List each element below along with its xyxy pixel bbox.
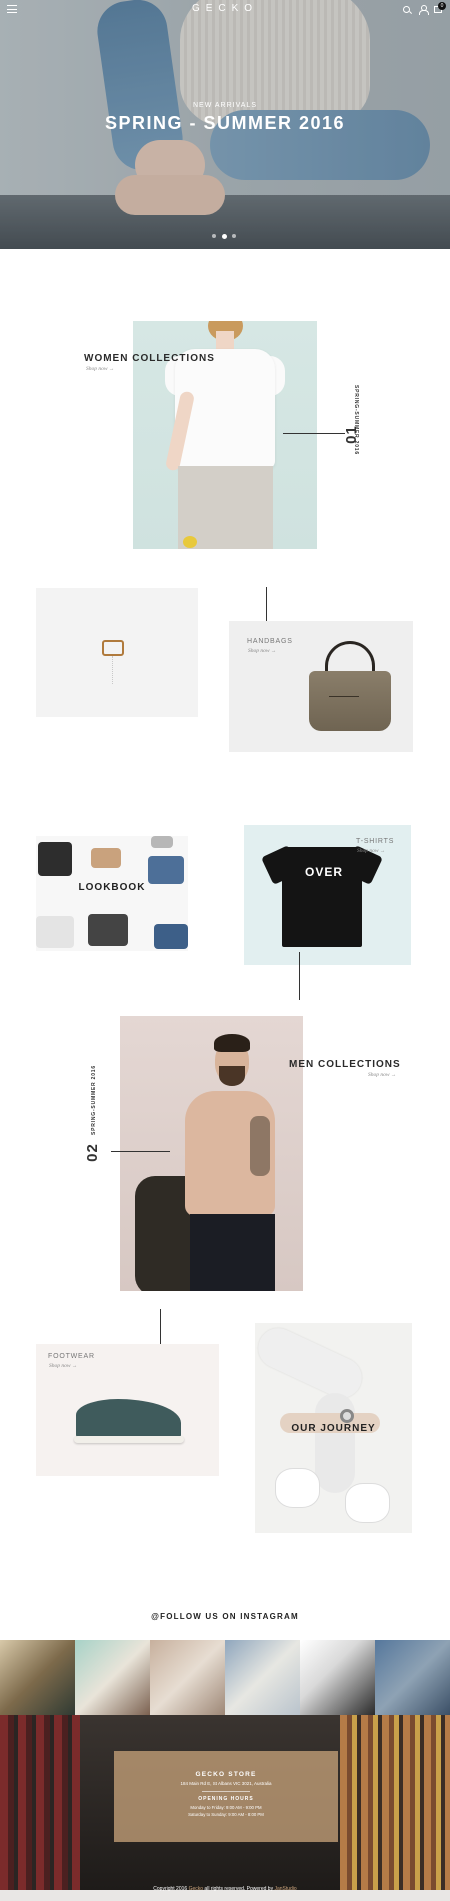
men-pants: [190, 1214, 275, 1291]
store-name: GECKO STORE: [195, 1771, 257, 1778]
journey-sneaker-right: [345, 1483, 390, 1523]
journey-title[interactable]: OUR JOURNEY: [255, 1423, 412, 1434]
women-neck: [216, 331, 234, 351]
top-bar: GECKO 0: [0, 0, 450, 20]
women-flower: [183, 536, 197, 548]
instagram-photo-4[interactable]: [225, 1640, 300, 1715]
lookbook-item-shorts: [154, 924, 188, 949]
tshirt-print: OVER: [304, 865, 343, 879]
women-shop-link[interactable]: Shop now →: [86, 366, 114, 372]
instagram-photo-1[interactable]: [0, 1640, 75, 1715]
men-divider-line: [111, 1151, 170, 1152]
lookbook-item-sneaker: [36, 916, 74, 948]
journey-leg: [255, 1323, 369, 1405]
jewelry-piece: [102, 640, 124, 656]
footwear-sole: [74, 1436, 184, 1443]
men-tattoo: [250, 1116, 270, 1176]
slider-dot-3[interactable]: [232, 234, 236, 238]
copyright-prefix: Copyright 2016: [153, 1886, 188, 1892]
jewelry-tile[interactable]: [36, 588, 198, 717]
opening-hours-weekend: Saturday to Sunday: 9:00 AM - 8:00 PM: [188, 1812, 264, 1817]
lookbook-item-shoes: [91, 848, 121, 868]
slider-dot-1[interactable]: [212, 234, 216, 238]
journey-watch: [340, 1409, 354, 1423]
site-logo[interactable]: GECKO: [0, 3, 450, 14]
handbag-body: [309, 671, 391, 731]
men-collection-title[interactable]: MEN COLLECTIONS: [289, 1059, 401, 1070]
lookbook-item-scarf: [88, 914, 128, 946]
journey-leg-lower: [315, 1393, 355, 1493]
tshirt-body: [282, 847, 362, 947]
women-divider-line: [283, 433, 345, 434]
men-collection-number: 02: [83, 1143, 101, 1162]
footer-clothes-rack-left: [0, 1715, 80, 1890]
footwear-shoe: [76, 1399, 181, 1439]
handbag-zip: [329, 696, 359, 697]
user-icon[interactable]: [419, 5, 429, 15]
lookbook-item-jacket: [38, 842, 72, 876]
lookbook-title[interactable]: LOOKBOOK: [36, 882, 188, 893]
men-shop-link[interactable]: Shop now →: [368, 1072, 396, 1078]
jewelry-chain: [112, 656, 116, 684]
store-separator: [202, 1791, 250, 1792]
footwear-shop-link[interactable]: Shop now →: [49, 1363, 77, 1369]
tshirts-connector-line: [299, 952, 300, 1000]
copyright-powered-link[interactable]: JanStudio: [274, 1886, 296, 1892]
cart-count-badge: 0: [438, 2, 446, 10]
tshirts-title[interactable]: T-SHIRTS: [356, 838, 394, 845]
hero-subtitle: NEW ARRIVALS: [193, 102, 257, 109]
women-season-label: SPRING-SUMMER 2016: [353, 385, 359, 455]
handbags-title[interactable]: HANDBAGS: [247, 638, 293, 645]
store-address: 184 Main Rd E, St Albans VIC 3021, Austr…: [180, 1781, 272, 1786]
lookbook-item-sunglasses: [151, 836, 173, 848]
instagram-photo-5[interactable]: [300, 1640, 375, 1715]
footer: GECKO STORE 184 Main Rd E, St Albans VIC…: [0, 1715, 450, 1901]
copyright-text: Copyright 2016 Gecko all rights reserved…: [0, 1886, 450, 1892]
men-season-label: SPRING-SUMMER 2016: [91, 1065, 97, 1135]
slider-dot-2[interactable]: [221, 233, 227, 239]
instagram-title[interactable]: @FOLLOW US ON INSTAGRAM: [0, 1612, 450, 1621]
instagram-photo-3[interactable]: [150, 1640, 225, 1715]
footer-clothes-rack-right: [340, 1715, 450, 1890]
search-icon[interactable]: [403, 6, 410, 13]
men-beard: [219, 1066, 245, 1086]
men-collection-image[interactable]: [120, 1016, 303, 1291]
instagram-photo-6[interactable]: [375, 1640, 450, 1715]
footwear-title[interactable]: FOOTWEAR: [48, 1353, 95, 1360]
tshirts-tile[interactable]: OVER: [244, 825, 411, 965]
lookbook-item-jeans: [148, 856, 184, 884]
copyright-mid: all rights reserved. Powered by: [204, 1886, 274, 1892]
men-hair: [214, 1034, 250, 1052]
lookbook-tile[interactable]: [36, 836, 188, 951]
hero-title: SPRING - SUMMER 2016: [104, 113, 346, 133]
opening-hours-title: OPENING HOURS: [198, 1796, 254, 1802]
women-collection-title[interactable]: WOMEN COLLECTIONS: [84, 353, 215, 364]
opening-hours-weekday: Monday to Friday: 9:00 AM - 9:00 PM: [190, 1805, 262, 1810]
women-collection-number: 01: [342, 425, 360, 444]
journey-sneaker-left: [275, 1468, 320, 1508]
copyright-brand-link[interactable]: Gecko: [189, 1886, 203, 1892]
instagram-photo-2[interactable]: [75, 1640, 150, 1715]
handbags-shop-link[interactable]: Shop now →: [248, 648, 276, 654]
tshirts-shop-link[interactable]: Shop now →: [357, 848, 385, 854]
